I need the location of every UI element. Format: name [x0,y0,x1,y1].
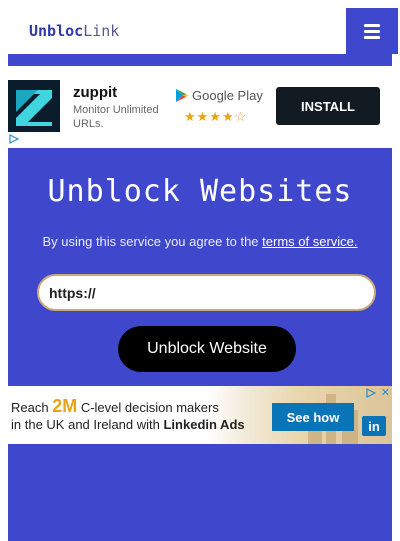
ad-headline: Reach 2M C-level decision makers [11,396,219,416]
terms-text: By using this service you agree to the [42,234,263,249]
page-title: Unblock Websites [47,174,353,209]
hamburger-icon [364,23,380,27]
ad-subline: in the UK and Ireland with Linkedin Ads [11,417,245,432]
google-play-icon [176,89,188,102]
main-content: zuppit Monitor Unlimited URLs. Google Pl… [8,54,392,541]
install-button[interactable]: INSTALL [276,87,380,125]
unblock-website-button[interactable]: Unblock Website [118,326,296,372]
logo-text-primary: Unbloc [29,22,84,40]
see-how-button[interactable]: See how [272,403,354,431]
terms-of-service-link[interactable]: terms of service. [262,234,357,249]
terms-notice: By using this service you agree to the t… [8,234,392,249]
ad-app-description: Monitor Unlimited URLs. [73,104,159,130]
adchoices-icon[interactable] [366,388,376,398]
rating-stars: ★★★★☆ [184,109,248,124]
close-ad-icon[interactable]: ✕ [381,386,390,399]
ad-brand-name: Linkedin Ads [163,417,245,432]
ad-app-name: zuppit [73,84,118,101]
linkedin-icon: in [362,416,386,436]
store-label: Google Play [192,88,263,103]
google-play-badge: Google Play [176,88,263,103]
app-install-ad[interactable]: zuppit Monitor Unlimited URLs. Google Pl… [8,66,392,148]
site-header: UnblocLink [8,8,398,54]
url-input[interactable] [37,274,376,311]
menu-button[interactable] [346,8,398,54]
linkedin-ad-banner[interactable]: Reach 2M C-level decision makers in the … [8,386,392,444]
zuppit-app-icon[interactable] [8,80,60,132]
site-logo[interactable]: UnblocLink [29,22,119,40]
ad-indicator-icon [9,134,19,144]
logo-text-secondary: Link [83,22,120,40]
page: UnblocLink zuppit Monitor Unlimited URLs… [0,0,400,541]
ad-highlight-number: 2M [52,396,78,416]
